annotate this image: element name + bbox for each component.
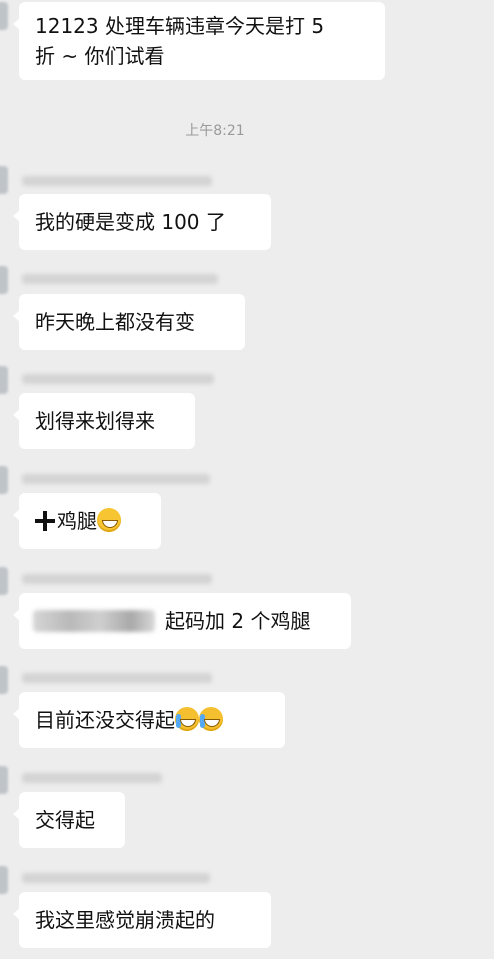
message-text: 目前还没交得起 <box>35 708 175 732</box>
message-text: 起码加 2 个鸡腿 <box>165 609 311 633</box>
sender-name-redacted <box>22 773 162 783</box>
sender-avatar[interactable] <box>0 266 8 294</box>
message-text: 12123 处理车辆违章今天是打 5 <box>35 14 325 38</box>
message-text: 昨天晚上都没有变 <box>35 310 195 334</box>
sender-avatar[interactable] <box>0 666 8 694</box>
sender-name-redacted <box>22 873 210 883</box>
message-bubble-9[interactable]: 我这里感觉崩溃起的 <box>13 892 271 948</box>
grinning-emoji-icon <box>97 508 121 532</box>
crying-emoji-icon <box>199 707 223 731</box>
sender-avatar[interactable] <box>0 866 8 894</box>
message-bubble-6[interactable]: 起码加 2 个鸡腿 <box>13 593 351 649</box>
sender-avatar[interactable] <box>0 166 8 194</box>
message-text: 交得起 <box>35 808 95 832</box>
message-text: 我这里感觉崩溃起的 <box>35 908 215 932</box>
sender-avatar[interactable] <box>0 2 8 30</box>
message-text: 划得来划得来 <box>35 409 155 433</box>
message-bubble-3[interactable]: 昨天晚上都没有变 <box>13 294 245 350</box>
message-timestamp: 上午8:21 <box>185 123 245 139</box>
message-bubble-5[interactable]: 鸡腿 <box>13 493 161 549</box>
sender-name-redacted <box>22 574 212 584</box>
sender-avatar[interactable] <box>0 366 8 394</box>
sender-avatar[interactable] <box>0 766 8 794</box>
message-bubble-7[interactable]: 目前还没交得起 <box>13 692 285 748</box>
sender-name-redacted <box>22 474 210 484</box>
sender-name-redacted <box>22 673 212 683</box>
chat-history[interactable]: 12123 处理车辆违章今天是打 5 折 ~ 你们试看 上午8:21 我的硬是变… <box>0 0 494 959</box>
sender-name-redacted <box>22 176 212 186</box>
crying-emoji-icon <box>175 707 199 731</box>
sender-name-redacted <box>22 274 218 284</box>
sender-avatar[interactable] <box>0 466 8 494</box>
message-bubble-2[interactable]: 我的硬是变成 100 了 <box>13 194 271 250</box>
message-bubble-1[interactable]: 12123 处理车辆违章今天是打 5 折 ~ 你们试看 <box>13 2 385 80</box>
message-bubble-4[interactable]: 划得来划得来 <box>13 393 195 449</box>
sender-avatar[interactable] <box>0 567 8 595</box>
sender-name-redacted <box>22 374 214 384</box>
message-text: 折 ~ 你们试看 <box>35 44 165 68</box>
message-bubble-8[interactable]: 交得起 <box>13 792 125 848</box>
plus-icon <box>35 511 55 531</box>
message-text: 鸡腿 <box>57 509 97 533</box>
mention-redacted <box>33 610 155 632</box>
message-text: 我的硬是变成 100 了 <box>35 210 226 234</box>
